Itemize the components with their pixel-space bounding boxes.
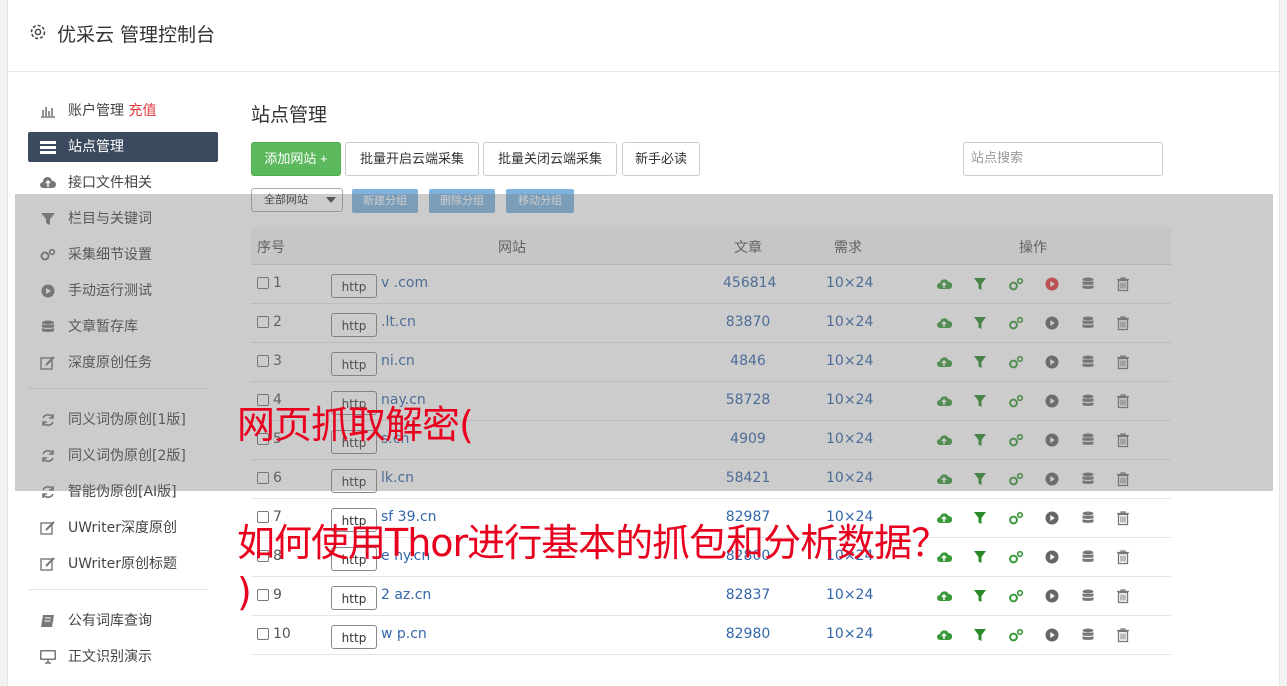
batch-enable-button[interactable]: 批量开启云端采集 — [345, 142, 479, 176]
article-count[interactable]: 82980 — [723, 626, 773, 642]
add-site-button[interactable]: 添加网站 + — [251, 142, 341, 176]
row-number: 9 — [273, 587, 282, 603]
demand-value[interactable]: 10×24 — [826, 587, 873, 603]
sidebar-item-label: 公有词库查询 — [68, 613, 152, 629]
server-list-icon — [40, 141, 56, 154]
http-badge[interactable]: http — [331, 625, 377, 649]
gears-icon[interactable] — [1008, 510, 1024, 526]
gears-icon[interactable] — [1008, 588, 1024, 604]
play-icon[interactable] — [1044, 588, 1060, 604]
row-number: 10 — [273, 626, 291, 642]
monitor-icon — [40, 650, 56, 664]
database-icon[interactable] — [1080, 588, 1096, 604]
sidebar-item-uwriter-deep[interactable]: UWriter深度原创 — [28, 513, 218, 543]
site-link[interactable]: w p.cn — [381, 626, 427, 642]
play-icon[interactable] — [1044, 549, 1060, 565]
sidebar-divider — [28, 589, 208, 590]
sidebar-item-uwriter-title[interactable]: UWriter原创标题 — [28, 549, 218, 579]
gear-icon[interactable] — [28, 22, 48, 42]
gears-icon[interactable] — [1008, 627, 1024, 643]
batch-disable-button[interactable]: 批量关闭云端采集 — [483, 142, 617, 176]
edit-icon — [40, 557, 55, 571]
toolbar: 添加网站 + 批量开启云端采集 批量关闭云端采集 新手必读 站点搜索 — [251, 142, 1171, 176]
row-checkbox[interactable] — [257, 589, 269, 601]
site-link[interactable]: 2 az.cn — [381, 587, 431, 603]
book-icon — [41, 615, 54, 627]
caption-line-2: 如何使用Thor进行基本的抓包和分析数据？ — [237, 521, 949, 565]
play-icon[interactable] — [1044, 627, 1060, 643]
sidebar-item-label: UWriter深度原创 — [68, 520, 177, 536]
sidebar-item-label: 账户管理 — [68, 103, 124, 119]
caption-line-3: ) — [237, 570, 252, 614]
row-checkbox[interactable] — [257, 628, 269, 640]
trash-icon[interactable] — [1115, 510, 1131, 526]
sidebar-item-label: 接口文件相关 — [68, 175, 152, 191]
database-icon[interactable] — [1080, 627, 1096, 643]
article-count[interactable]: 82837 — [723, 587, 773, 603]
sidebar-item-label: 正文识别演示 — [68, 649, 152, 665]
app-title: 优采云 管理控制台 — [57, 24, 216, 46]
filter-icon[interactable] — [972, 627, 988, 643]
table-row[interactable]: 10 http w p.cn 82980 10×24 — [251, 616, 1171, 655]
sidebar-item-account[interactable]: 账户管理 充值 — [28, 96, 218, 126]
cloud-upload-icon — [40, 176, 56, 188]
http-badge[interactable]: http — [331, 586, 377, 610]
database-icon[interactable] — [1080, 510, 1096, 526]
beginner-guide-button[interactable]: 新手必读 — [622, 142, 700, 176]
trash-icon[interactable] — [1115, 627, 1131, 643]
top-bar: 优采云 管理控制台 — [8, 0, 1279, 72]
main-content: 站点管理 添加网站 + 批量开启云端采集 批量关闭云端采集 新手必读 站点搜索 … — [251, 100, 1176, 655]
sidebar-item-label: 站点管理 — [68, 139, 124, 155]
page-title: 站点管理 — [251, 104, 328, 126]
edit-icon — [40, 521, 55, 535]
trash-icon[interactable] — [1115, 549, 1131, 565]
sidebar-item-label: UWriter原创标题 — [68, 556, 177, 572]
bar-chart-icon — [41, 107, 55, 118]
gears-icon[interactable] — [1008, 549, 1024, 565]
demand-value[interactable]: 10×24 — [826, 626, 873, 642]
sidebar-item-public-lexicon[interactable]: 公有词库查询 — [28, 606, 218, 636]
caption-overlay-band — [15, 194, 1273, 491]
caption-line-1: 网页抓取解密( — [237, 403, 474, 447]
filter-icon[interactable] — [972, 588, 988, 604]
filter-icon[interactable] — [972, 549, 988, 565]
trash-icon[interactable] — [1115, 588, 1131, 604]
play-icon[interactable] — [1044, 510, 1060, 526]
site-search-input[interactable]: 站点搜索 — [963, 142, 1163, 176]
table-row[interactable]: 9 http 2 az.cn 82837 10×24 — [251, 577, 1171, 616]
sidebar-item-sites[interactable]: 站点管理 — [28, 132, 218, 162]
filter-icon[interactable] — [972, 510, 988, 526]
sidebar-item-text-recognition[interactable]: 正文识别演示 — [28, 642, 218, 672]
cloud-upload-icon[interactable] — [936, 588, 953, 604]
recharge-link[interactable]: 充值 — [128, 103, 156, 119]
database-icon[interactable] — [1080, 549, 1096, 565]
cloud-upload-icon[interactable] — [936, 627, 953, 643]
